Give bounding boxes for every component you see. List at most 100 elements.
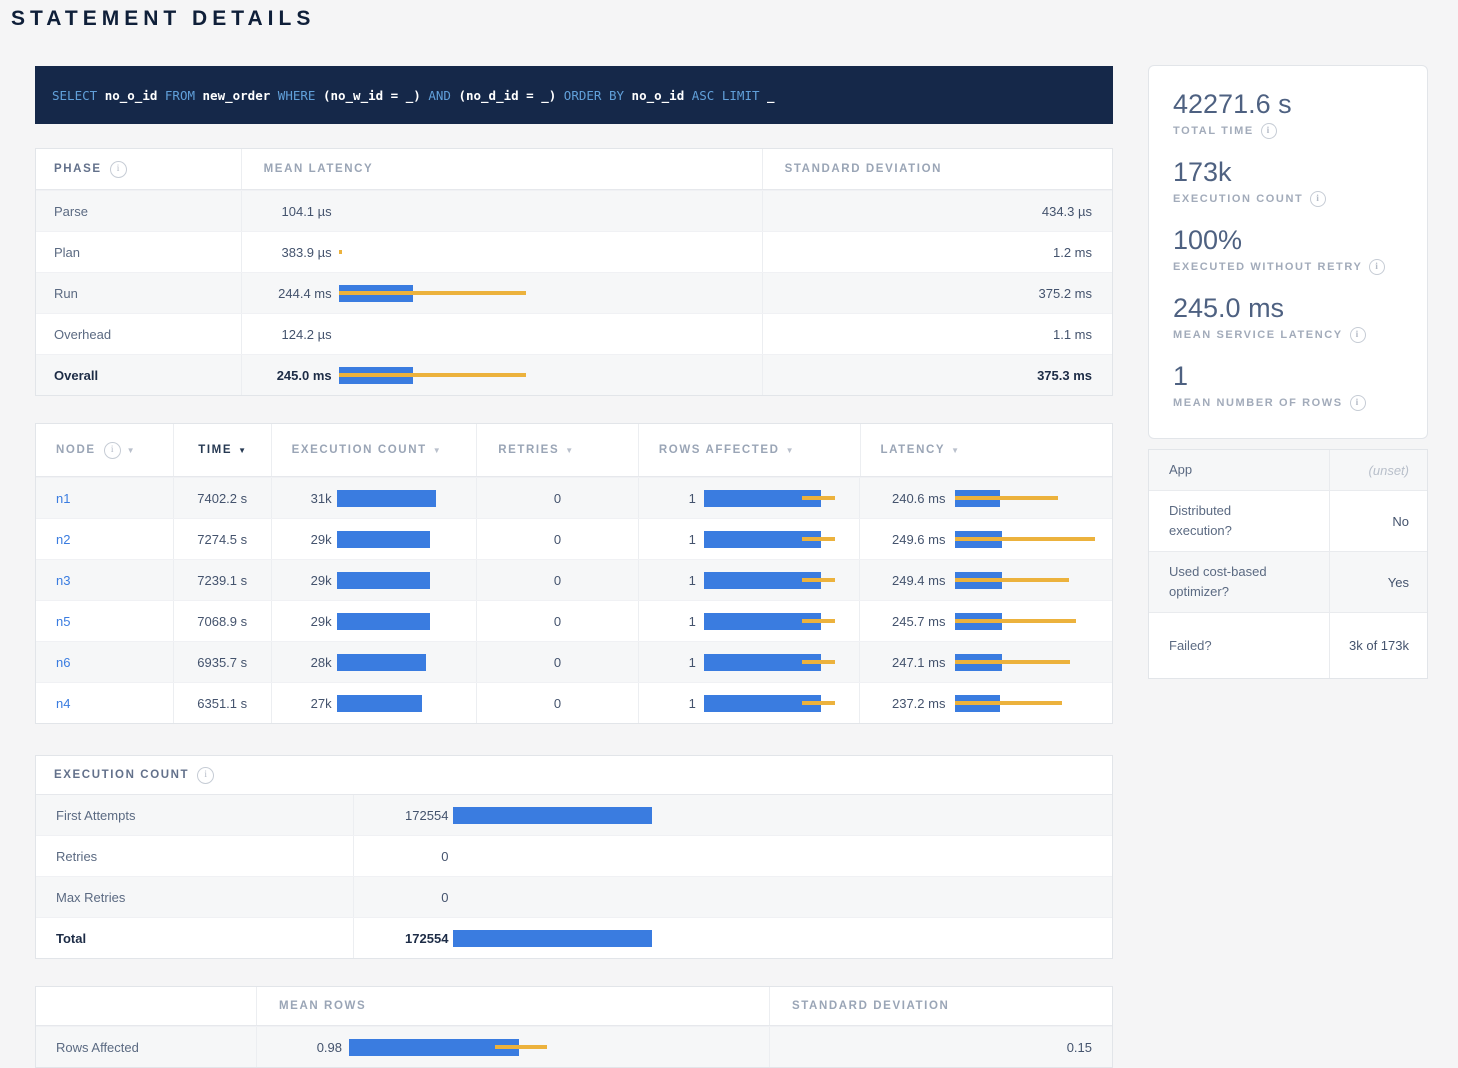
latency-header-label: LATENCY — [881, 444, 946, 456]
table-row: n3 7239.1 s 29k 0 1 249.4 ms — [36, 559, 1112, 600]
execution-count-value: 29k — [272, 614, 332, 629]
latency-bar — [339, 285, 757, 302]
count-bar — [453, 930, 721, 947]
node-link[interactable]: n5 — [56, 614, 70, 629]
info-icon[interactable]: i — [1369, 259, 1385, 275]
rows-affected-value: 1 — [639, 491, 696, 506]
table-header-row: PHASE i MEAN LATENCY STANDARD DEVIATION — [36, 149, 1112, 190]
mean-latency-value: 124.2 µs — [242, 327, 332, 342]
retries-column-header[interactable]: RETRIES ▼ — [476, 424, 638, 476]
table-row: Failed? 3k of 173k — [1149, 612, 1427, 678]
execution-count-value: 28k — [272, 655, 332, 670]
count-bar — [453, 889, 721, 906]
rows-affected-value: 1 — [639, 532, 696, 547]
node-header-label: NODE — [56, 444, 96, 456]
sql-token: (no_w_id = _) — [323, 88, 421, 103]
latency-value: 245.7 ms — [860, 614, 945, 629]
mean-rows-header-label: MEAN ROWS — [279, 1000, 366, 1012]
retries-value: 0 — [554, 696, 561, 711]
time-value: 7274.5 s — [197, 532, 247, 547]
time-value: 7402.2 s — [197, 491, 247, 506]
rows-affected-bar — [704, 531, 851, 548]
node-link[interactable]: n2 — [56, 532, 70, 547]
app-label: App — [1149, 460, 1329, 480]
info-icon[interactable]: i — [1310, 191, 1326, 207]
execution-count-bar — [337, 531, 472, 548]
table-row: Run 244.4 ms 375.2 ms — [36, 272, 1112, 313]
app-value: (unset) — [1329, 450, 1427, 490]
stat-label: EXECUTED WITHOUT RETRY — [1173, 261, 1362, 273]
latency-bar — [955, 572, 1095, 589]
sql-token: AND — [421, 88, 459, 103]
table-row: Overall 245.0 ms 375.3 ms — [36, 354, 1112, 395]
table-row: Overhead 124.2 µs 1.1 ms — [36, 313, 1112, 354]
sql-token: FROM — [157, 88, 202, 103]
table-row: n5 7068.9 s 29k 0 1 245.7 ms — [36, 600, 1112, 641]
node-link[interactable]: n6 — [56, 655, 70, 670]
info-icon[interactable]: i — [104, 442, 121, 459]
mean-latency-header-label: MEAN LATENCY — [264, 163, 374, 175]
stddev-value: 1.2 ms — [1053, 245, 1092, 260]
stat-label: MEAN SERVICE LATENCY — [1173, 329, 1343, 341]
table-header-row: NODE i ▼ TIME ▼ EXECUTION COUNT ▼ RETRIE… — [36, 424, 1112, 477]
table-row: Plan 383.9 µs 1.2 ms — [36, 231, 1112, 272]
info-icon[interactable]: i — [1350, 327, 1366, 343]
table-row: Used cost-based optimizer? Yes — [1149, 551, 1427, 612]
row-label: Total — [56, 931, 86, 946]
rows-affected-bar — [704, 490, 851, 507]
table-row: Retries 0 — [36, 835, 1112, 876]
time-column-header[interactable]: TIME ▼ — [173, 424, 271, 476]
summary-sidebar: 42271.6 s TOTAL TIMEi 173k EXECUTION COU… — [1148, 65, 1428, 679]
failed-label: Failed? — [1149, 636, 1329, 656]
table-row: n2 7274.5 s 29k 0 1 249.6 ms — [36, 518, 1112, 559]
node-link[interactable]: n4 — [56, 696, 70, 711]
stddev-column-header: STANDARD DEVIATION — [762, 149, 1112, 189]
node-column-header[interactable]: NODE i ▼ — [36, 424, 173, 476]
execution-count-value: 29k — [272, 532, 332, 547]
execution-count-table: EXECUTION COUNT i First Attempts 172554 … — [35, 755, 1113, 959]
count-bar — [453, 807, 721, 824]
info-icon[interactable]: i — [1350, 395, 1366, 411]
sql-token: (no_d_id = _) — [458, 88, 556, 103]
table-row: Distributed execution? No — [1149, 490, 1427, 551]
table-row: n1 7402.2 s 31k 0 1 240.6 ms — [36, 477, 1112, 518]
table-row: Total 172554 — [36, 917, 1112, 958]
node-link[interactable]: n3 — [56, 573, 70, 588]
sql-token: WHERE — [270, 88, 323, 103]
sql-token: no_o_id — [632, 88, 685, 103]
mean-latency-column-header: MEAN LATENCY — [241, 149, 762, 189]
node-link[interactable]: n1 — [56, 491, 70, 506]
phase-label: Plan — [54, 245, 80, 260]
stat-mean-number-of-rows: 1 MEAN NUMBER OF ROWSi — [1173, 360, 1403, 411]
count-bar — [453, 848, 721, 865]
rows-affected-value: 1 — [639, 696, 696, 711]
stat-value: 100% — [1173, 224, 1403, 257]
rows-affected-bar — [704, 572, 851, 589]
table-header-row: MEAN ROWS STANDARD DEVIATION — [36, 987, 1112, 1026]
execution-count-column-header[interactable]: EXECUTION COUNT ▼ — [271, 424, 477, 476]
latency-bar — [339, 244, 757, 261]
row-label: First Attempts — [56, 808, 135, 823]
stat-value: 42271.6 s — [1173, 88, 1403, 121]
info-icon[interactable]: i — [1261, 123, 1277, 139]
stddev-value: 375.3 ms — [1037, 368, 1092, 383]
latency-bar — [339, 367, 757, 384]
latency-column-header[interactable]: LATENCY ▼ — [860, 424, 1113, 476]
sort-desc-icon: ▼ — [238, 446, 246, 455]
rows-affected-value: 1 — [639, 614, 696, 629]
phase-header-label: PHASE — [54, 163, 102, 175]
sort-desc-icon: ▼ — [565, 446, 573, 455]
phase-column-header: PHASE i — [36, 149, 241, 189]
info-icon[interactable]: i — [110, 161, 127, 178]
mean-rows-value: 0.98 — [257, 1040, 342, 1055]
summary-stats-card: 42271.6 s TOTAL TIMEi 173k EXECUTION COU… — [1148, 65, 1428, 439]
phase-label: Overall — [54, 368, 98, 383]
table-row: n4 6351.1 s 27k 0 1 237.2 ms — [36, 682, 1112, 723]
distributed-execution-value: No — [1329, 491, 1427, 551]
rows-affected-bar — [704, 613, 851, 630]
count-value: 0 — [354, 849, 448, 864]
rows-affected-column-header[interactable]: ROWS AFFECTED ▼ — [638, 424, 860, 476]
stat-value: 173k — [1173, 156, 1403, 189]
info-icon[interactable]: i — [197, 767, 214, 784]
retries-header-label: RETRIES — [498, 444, 559, 456]
